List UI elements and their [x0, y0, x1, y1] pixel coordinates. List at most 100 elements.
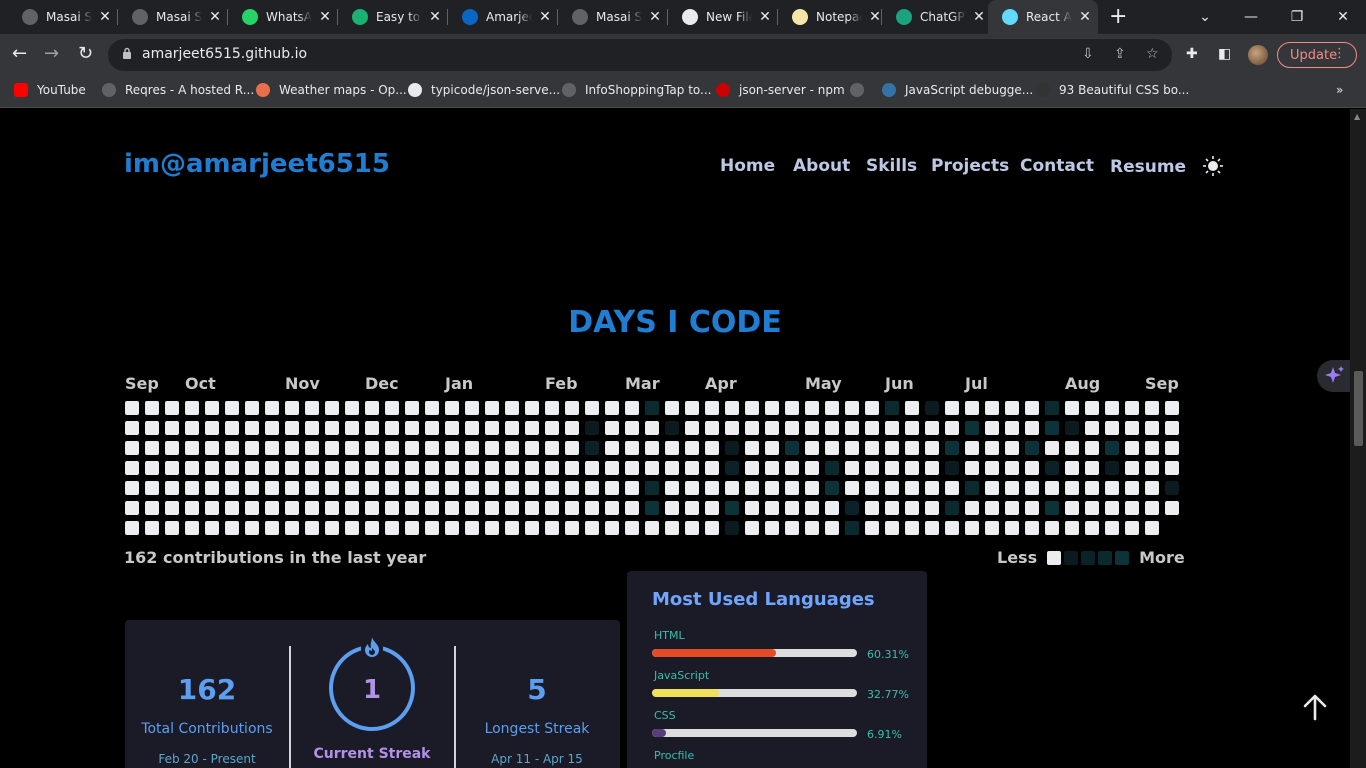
calendar-day-cell[interactable]	[765, 421, 779, 435]
calendar-day-cell[interactable]	[285, 501, 299, 515]
calendar-day-cell[interactable]	[985, 501, 999, 515]
reload-button[interactable]: ↻	[78, 43, 93, 64]
forward-button[interactable]: →	[44, 43, 59, 64]
calendar-day-cell[interactable]	[305, 441, 319, 455]
calendar-day-cell[interactable]	[1105, 401, 1119, 415]
calendar-day-cell[interactable]	[1065, 521, 1079, 535]
calendar-day-cell[interactable]	[485, 501, 499, 515]
calendar-day-cell[interactable]	[845, 401, 859, 415]
calendar-day-cell[interactable]	[845, 441, 859, 455]
calendar-day-cell[interactable]	[1105, 521, 1119, 535]
calendar-day-cell[interactable]	[385, 481, 399, 495]
calendar-day-cell[interactable]	[325, 401, 339, 415]
calendar-day-cell[interactable]	[685, 501, 699, 515]
calendar-day-cell[interactable]	[125, 421, 139, 435]
calendar-day-cell[interactable]	[945, 421, 959, 435]
calendar-day-cell[interactable]	[485, 461, 499, 475]
calendar-day-cell[interactable]	[705, 521, 719, 535]
calendar-day-cell[interactable]	[405, 401, 419, 415]
calendar-day-cell[interactable]	[485, 481, 499, 495]
calendar-day-cell[interactable]	[805, 461, 819, 475]
calendar-day-cell[interactable]	[485, 401, 499, 415]
calendar-day-cell[interactable]	[165, 481, 179, 495]
calendar-day-cell[interactable]	[945, 521, 959, 535]
bookmark-item[interactable]: json-server - npm	[716, 83, 845, 97]
calendar-day-cell[interactable]	[205, 421, 219, 435]
close-tab-icon[interactable]: ✕	[98, 9, 112, 25]
new-tab-button[interactable]: +	[1109, 4, 1127, 29]
calendar-day-cell[interactable]	[685, 461, 699, 475]
calendar-day-cell[interactable]	[305, 481, 319, 495]
calendar-day-cell[interactable]	[245, 501, 259, 515]
calendar-day-cell[interactable]	[165, 441, 179, 455]
calendar-day-cell[interactable]	[725, 441, 739, 455]
calendar-day-cell[interactable]	[225, 401, 239, 415]
scroll-up-icon[interactable]: ▲	[1354, 112, 1360, 121]
calendar-day-cell[interactable]	[185, 401, 199, 415]
calendar-day-cell[interactable]	[1085, 481, 1099, 495]
calendar-day-cell[interactable]	[925, 461, 939, 475]
calendar-day-cell[interactable]	[1025, 401, 1039, 415]
calendar-day-cell[interactable]	[865, 461, 879, 475]
calendar-day-cell[interactable]	[425, 481, 439, 495]
calendar-day-cell[interactable]	[305, 401, 319, 415]
calendar-day-cell[interactable]	[1085, 401, 1099, 415]
calendar-day-cell[interactable]	[605, 441, 619, 455]
calendar-day-cell[interactable]	[185, 441, 199, 455]
calendar-day-cell[interactable]	[1125, 441, 1139, 455]
calendar-day-cell[interactable]	[925, 521, 939, 535]
calendar-day-cell[interactable]	[745, 401, 759, 415]
calendar-day-cell[interactable]	[1125, 461, 1139, 475]
calendar-day-cell[interactable]	[465, 481, 479, 495]
calendar-day-cell[interactable]	[445, 481, 459, 495]
calendar-day-cell[interactable]	[625, 501, 639, 515]
calendar-day-cell[interactable]	[525, 481, 539, 495]
calendar-day-cell[interactable]	[605, 501, 619, 515]
calendar-day-cell[interactable]	[485, 421, 499, 435]
calendar-day-cell[interactable]	[365, 521, 379, 535]
calendar-day-cell[interactable]	[405, 521, 419, 535]
calendar-day-cell[interactable]	[905, 461, 919, 475]
calendar-day-cell[interactable]	[545, 461, 559, 475]
calendar-day-cell[interactable]	[485, 441, 499, 455]
page-scrollbar[interactable]: ▲	[1350, 109, 1366, 768]
calendar-day-cell[interactable]	[925, 421, 939, 435]
calendar-day-cell[interactable]	[605, 401, 619, 415]
bookmark-item[interactable]	[850, 83, 873, 97]
calendar-day-cell[interactable]	[165, 421, 179, 435]
calendar-day-cell[interactable]	[1085, 421, 1099, 435]
calendar-day-cell[interactable]	[305, 461, 319, 475]
bookmark-item[interactable]: Reqres - A hosted R...	[102, 83, 254, 97]
calendar-day-cell[interactable]	[665, 401, 679, 415]
calendar-day-cell[interactable]	[245, 441, 259, 455]
tab-3[interactable]: Easy to use ✕	[338, 0, 448, 34]
calendar-day-cell[interactable]	[405, 421, 419, 435]
calendar-day-cell[interactable]	[1145, 521, 1159, 535]
calendar-day-cell[interactable]	[965, 501, 979, 515]
calendar-day-cell[interactable]	[825, 501, 839, 515]
calendar-day-cell[interactable]	[1085, 461, 1099, 475]
calendar-day-cell[interactable]	[925, 501, 939, 515]
calendar-day-cell[interactable]	[825, 441, 839, 455]
calendar-day-cell[interactable]	[1045, 521, 1059, 535]
calendar-day-cell[interactable]	[445, 421, 459, 435]
calendar-day-cell[interactable]	[1065, 401, 1079, 415]
calendar-day-cell[interactable]	[645, 401, 659, 415]
calendar-day-cell[interactable]	[525, 441, 539, 455]
calendar-day-cell[interactable]	[985, 481, 999, 495]
calendar-day-cell[interactable]	[1005, 461, 1019, 475]
bookmark-item[interactable]: typicode/json-serve...	[408, 83, 560, 97]
calendar-day-cell[interactable]	[305, 521, 319, 535]
bookmark-item[interactable]: Weather maps - Op...	[256, 83, 407, 97]
calendar-day-cell[interactable]	[505, 501, 519, 515]
calendar-day-cell[interactable]	[205, 401, 219, 415]
calendar-day-cell[interactable]	[205, 441, 219, 455]
calendar-day-cell[interactable]	[225, 461, 239, 475]
calendar-day-cell[interactable]	[645, 481, 659, 495]
calendar-day-cell[interactable]	[545, 501, 559, 515]
calendar-day-cell[interactable]	[545, 441, 559, 455]
calendar-day-cell[interactable]	[265, 401, 279, 415]
calendar-day-cell[interactable]	[445, 501, 459, 515]
calendar-day-cell[interactable]	[785, 401, 799, 415]
calendar-day-cell[interactable]	[1005, 441, 1019, 455]
